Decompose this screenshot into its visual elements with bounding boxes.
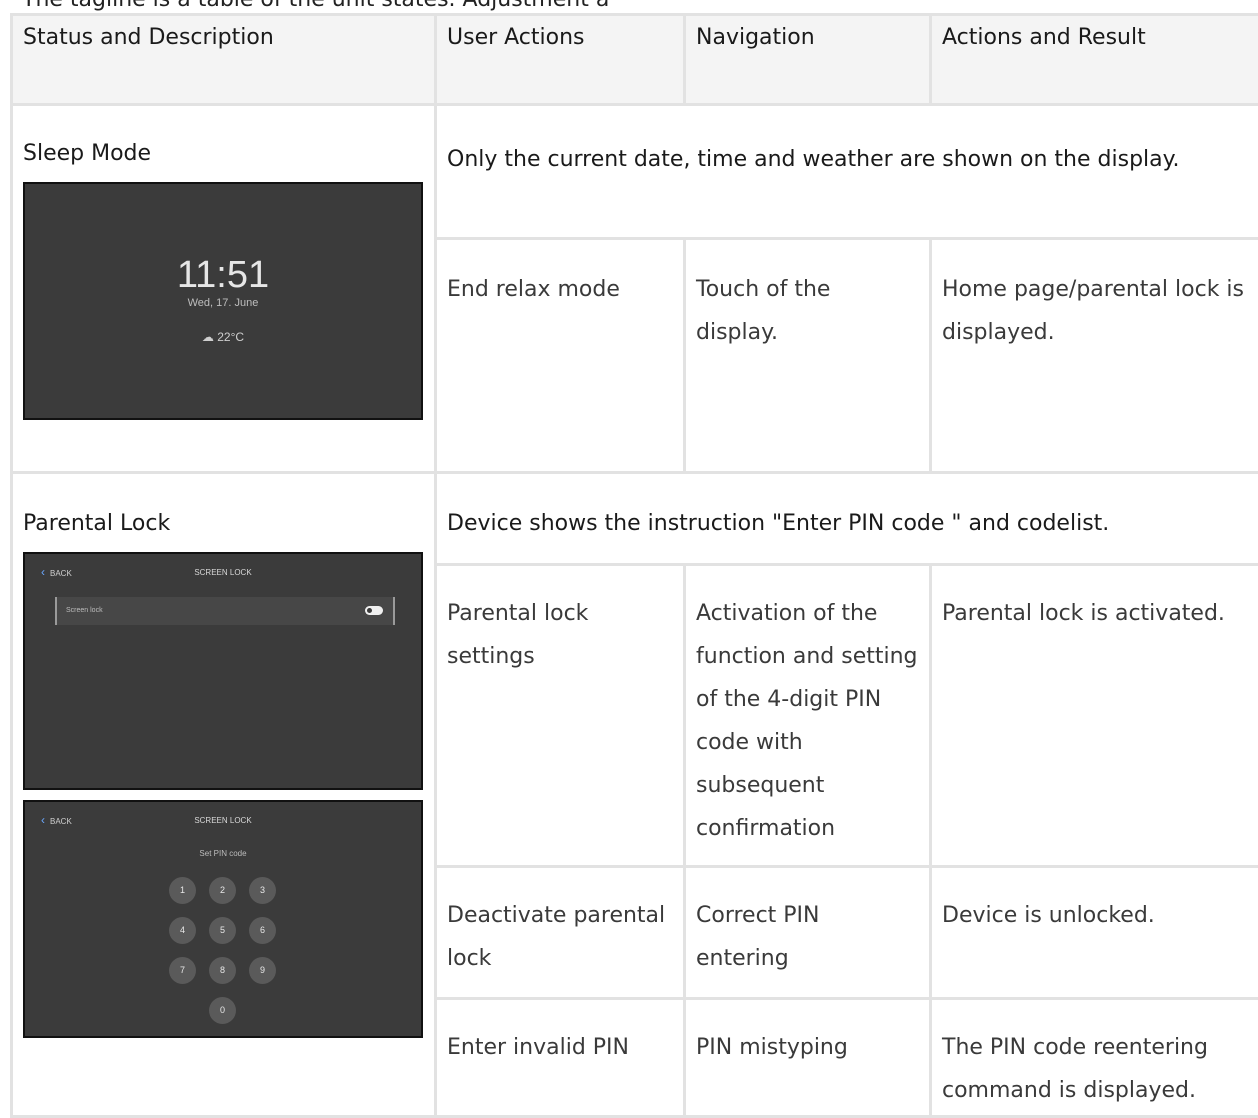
- header-user-actions: User Actions: [436, 15, 685, 105]
- result-cell: The PIN code reentering command is displ…: [931, 999, 1258, 1117]
- table-header-row: Status and Description User Actions Navi…: [12, 15, 1258, 105]
- screen-lock-setting-row: Screen lock: [55, 597, 395, 625]
- toggle-icon: [365, 606, 383, 615]
- screen-title: SCREEN LOCK: [25, 816, 421, 826]
- parental-lock-desc-row: Parental Lock ‹BACK SCREEN LOCK Screen l…: [12, 473, 1258, 565]
- parental-lock-cell: Parental Lock ‹BACK SCREEN LOCK Screen l…: [12, 473, 436, 1117]
- result-cell: Home page/parental lock is displayed.: [931, 239, 1258, 473]
- navigation-cell: Activation of the function and setting o…: [685, 565, 931, 867]
- header-actions-result: Actions and Result: [931, 15, 1258, 105]
- key-6: 6: [249, 917, 276, 944]
- key-2: 2: [209, 877, 236, 904]
- result-cell: Device is unlocked.: [931, 867, 1258, 999]
- caption-text: The tagline is a table of the unit state…: [22, 0, 609, 11]
- navigation-cell: PIN mistyping: [685, 999, 931, 1117]
- weather-readout: ☁ 22°C: [25, 330, 421, 344]
- key-3: 3: [249, 877, 276, 904]
- set-pin-screenshot: ‹BACK SCREEN LOCK Set PIN code 1 2 3 4 5…: [23, 800, 423, 1038]
- key-9: 9: [249, 957, 276, 984]
- sleep-mode-desc-row: Sleep Mode 11:51 Wed, 17. June ☁ 22°C On…: [12, 105, 1258, 239]
- result-cell: Parental lock is activated.: [931, 565, 1258, 867]
- key-4: 4: [169, 917, 196, 944]
- parental-lock-title: Parental Lock: [23, 510, 424, 538]
- parental-lock-description: Device shows the instruction "Enter PIN …: [436, 473, 1258, 565]
- screen-title: SCREEN LOCK: [25, 568, 421, 578]
- screen-lock-settings-screenshot: ‹BACK SCREEN LOCK Screen lock: [23, 552, 423, 790]
- user-action-cell: Enter invalid PIN: [436, 999, 685, 1117]
- setting-label: Screen lock: [66, 606, 103, 615]
- sleep-mode-description: Only the current date, time and weather …: [436, 105, 1258, 239]
- sleep-mode-title: Sleep Mode: [23, 140, 424, 168]
- user-action-cell: End relax mode: [436, 239, 685, 473]
- header-navigation: Navigation: [685, 15, 931, 105]
- sleep-mode-screenshot: 11:51 Wed, 17. June ☁ 22°C: [23, 182, 423, 420]
- unit-states-table: Status and Description User Actions Navi…: [10, 13, 1258, 1118]
- key-1: 1: [169, 877, 196, 904]
- user-action-cell: Parental lock settings: [436, 565, 685, 867]
- user-action-cell: Deactivate parental lock: [436, 867, 685, 999]
- key-0: 0: [209, 997, 236, 1024]
- sleep-mode-cell: Sleep Mode 11:51 Wed, 17. June ☁ 22°C: [12, 105, 436, 473]
- navigation-cell: Correct PIN entering: [685, 867, 931, 999]
- key-5: 5: [209, 917, 236, 944]
- key-8: 8: [209, 957, 236, 984]
- header-status: Status and Description: [12, 15, 436, 105]
- clock-time: 11:51: [25, 256, 421, 294]
- key-7: 7: [169, 957, 196, 984]
- clock-date: Wed, 17. June: [25, 297, 421, 309]
- navigation-cell: Touch of the display.: [685, 239, 931, 473]
- pin-prompt: Set PIN code: [25, 849, 421, 859]
